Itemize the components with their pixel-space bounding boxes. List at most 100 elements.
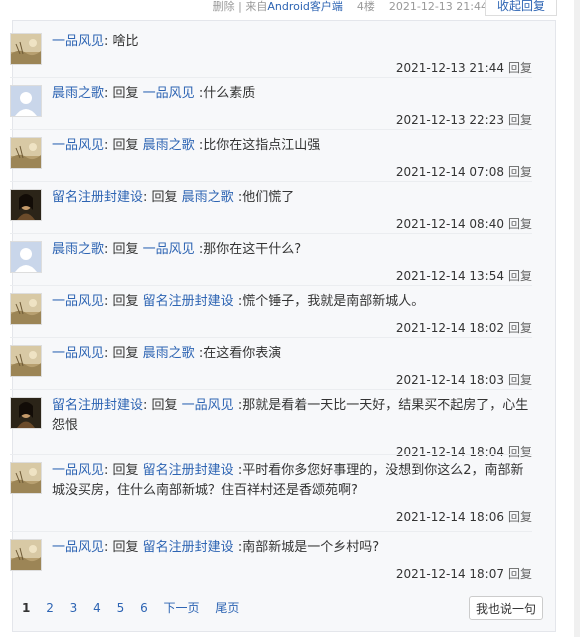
reply-word: : 回复	[104, 138, 143, 153]
field-avatar[interactable]	[10, 33, 42, 65]
floor-number: 4楼	[356, 0, 375, 13]
reply-username[interactable]: 一品风见	[52, 540, 104, 555]
reply-footer: 2021-12-14 18:06 回复	[396, 508, 532, 525]
reply-button[interactable]: 回复	[508, 373, 532, 387]
reply-separator: :	[194, 138, 204, 153]
reply-separator: :	[104, 34, 113, 49]
last-page-link[interactable]: 尾页	[215, 601, 239, 615]
reply-target-username[interactable]: 留名注册封建设	[143, 463, 234, 478]
delete-link[interactable]: 删除	[213, 0, 235, 13]
reply-time: 2021-12-13 21:44	[395, 61, 504, 75]
reply-time: 2021-12-14 18:03	[395, 373, 504, 387]
reply-divider	[10, 454, 532, 455]
reply-footer: 2021-12-14 07:08 回复	[396, 163, 532, 180]
reply-username[interactable]: 晨雨之歌	[52, 86, 104, 101]
reply-username[interactable]: 留名注册封建设	[52, 398, 143, 413]
reply-divider	[10, 285, 532, 286]
page-6[interactable]: 6	[140, 601, 148, 615]
reply-divider	[10, 129, 532, 130]
reply-username[interactable]: 一品风见	[52, 463, 104, 478]
reply-target-username[interactable]: 晨雨之歌	[143, 138, 195, 153]
say-something-button[interactable]: 我也说一句	[469, 596, 543, 620]
reply-word: : 回复	[104, 346, 143, 361]
portrait-avatar[interactable]	[10, 397, 42, 429]
reply-text: 一品风见: 回复 留名注册封建设 :南部新城是一个乡村吗?	[52, 538, 530, 558]
reply-text: 一品风见: 回复 晨雨之歌 :比你在这指点江山强	[52, 136, 530, 156]
field-avatar[interactable]	[10, 137, 42, 169]
reply-word: : 回复	[143, 398, 182, 413]
reply-time: 2021-12-14 18:04	[395, 445, 504, 459]
reply-target-username[interactable]: 晨雨之歌	[143, 346, 195, 361]
reply-word: : 回复	[104, 86, 143, 101]
default-avatar[interactable]	[10, 241, 42, 273]
reply-target-username[interactable]: 晨雨之歌	[182, 190, 234, 205]
reply-button[interactable]: 回复	[508, 567, 532, 581]
reply-button[interactable]: 回复	[508, 217, 532, 231]
reply-footer: 2021-12-13 22:23 回复	[396, 111, 532, 128]
reply-footer: 2021-12-14 18:03 回复	[396, 371, 532, 388]
reply-content: 他们慌了	[242, 190, 295, 205]
reply-separator: :	[194, 242, 204, 257]
page-5[interactable]: 5	[117, 601, 125, 615]
reply-target-username[interactable]: 留名注册封建设	[143, 294, 234, 309]
scrollbar[interactable]	[574, 0, 580, 637]
reply-target-username[interactable]: 留名注册封建设	[143, 540, 234, 555]
default-avatar[interactable]	[10, 85, 42, 117]
collapse-replies-button[interactable]: 收起回复	[485, 0, 557, 16]
reply-time: 2021-12-13 22:23	[395, 113, 504, 127]
reply-target-username[interactable]: 一品风见	[143, 86, 195, 101]
reply-button[interactable]: 回复	[508, 510, 532, 524]
reply-content: 慌个锤子，我就是南部新城人。	[242, 294, 425, 309]
reply-username[interactable]: 留名注册封建设	[52, 190, 143, 205]
reply-button[interactable]: 回复	[508, 61, 532, 75]
page-3[interactable]: 3	[70, 601, 78, 615]
floor-time: 2021-12-13 21:44	[388, 0, 488, 13]
floor-meta-bar: 删除 | 来自Android客户端 4楼 2021-12-13 21:44 收起…	[0, 0, 580, 16]
reply-time: 2021-12-14 07:08	[395, 165, 504, 179]
reply-separator: :	[194, 346, 204, 361]
reply-divider	[10, 337, 532, 338]
reply-separator: :	[233, 463, 243, 478]
page-1[interactable]: 1	[22, 601, 30, 615]
reply-content: 什么素质	[203, 86, 256, 101]
reply-button[interactable]: 回复	[508, 165, 532, 179]
reply-target-username[interactable]: 一品风见	[143, 242, 195, 257]
page-4[interactable]: 4	[93, 601, 101, 615]
reply-divider	[10, 531, 532, 532]
reply-text: 晨雨之歌: 回复 一品风见 :那你在这干什么?	[52, 240, 530, 260]
reply-button[interactable]: 回复	[508, 269, 532, 283]
reply-username[interactable]: 一品风见	[52, 346, 104, 361]
reply-separator: :	[233, 190, 243, 205]
reply-text: 留名注册封建设: 回复 一品风见 :那就是看着一天比一天好，结果买不起房了，心生…	[52, 396, 530, 436]
reply-footer: 2021-12-14 18:04 回复	[396, 443, 532, 460]
reply-time: 2021-12-14 18:07	[395, 567, 504, 581]
reply-text: 一品风见: 回复 留名注册封建设 :平时看你多您好事理的，没想到你这么2，南部新…	[52, 461, 530, 501]
reply-footer: 2021-12-14 08:40 回复	[396, 215, 532, 232]
reply-word: : 回复	[104, 540, 143, 555]
reply-button[interactable]: 回复	[508, 445, 532, 459]
reply-text: 一品风见: 啥比	[52, 32, 530, 52]
field-avatar[interactable]	[10, 345, 42, 377]
reply-divider	[10, 77, 532, 78]
page-2[interactable]: 2	[46, 601, 54, 615]
reply-time: 2021-12-14 18:02	[395, 321, 504, 335]
reply-username[interactable]: 一品风见	[52, 294, 104, 309]
client-link[interactable]: Android客户端	[267, 0, 343, 13]
reply-word: : 回复	[104, 294, 143, 309]
field-avatar[interactable]	[10, 539, 42, 571]
reply-separator: :	[194, 86, 204, 101]
reply-divider	[10, 181, 532, 182]
reply-username[interactable]: 晨雨之歌	[52, 242, 104, 257]
next-page-link[interactable]: 下一页	[164, 601, 200, 615]
reply-content: 南部新城是一个乡村吗?	[242, 540, 380, 555]
reply-footer: 2021-12-14 18:02 回复	[396, 319, 532, 336]
reply-button[interactable]: 回复	[508, 113, 532, 127]
collapse-replies-label[interactable]: 收起回复	[486, 0, 556, 13]
portrait-avatar[interactable]	[10, 189, 42, 221]
reply-button[interactable]: 回复	[508, 321, 532, 335]
reply-username[interactable]: 一品风见	[52, 34, 104, 49]
reply-target-username[interactable]: 一品风见	[182, 398, 234, 413]
field-avatar[interactable]	[10, 462, 42, 494]
field-avatar[interactable]	[10, 293, 42, 325]
reply-username[interactable]: 一品风见	[52, 138, 104, 153]
